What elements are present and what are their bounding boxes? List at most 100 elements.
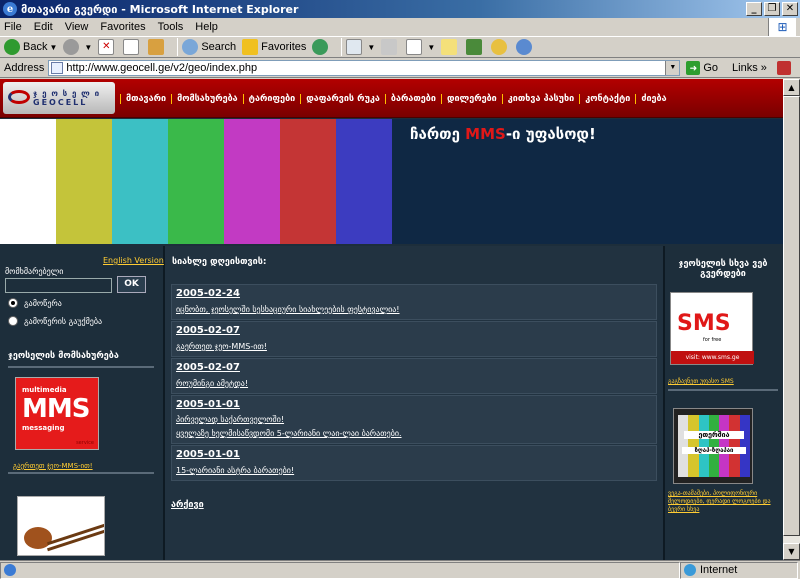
contacts-button[interactable] xyxy=(516,39,535,55)
tv-color-bar xyxy=(678,415,689,477)
news-link[interactable]: გაერთეთ ჯეო-MMS-ით! xyxy=(176,342,267,351)
toolbar: Back ▼ ▼ ✕ Search Favorites ▼ ▼ xyxy=(0,36,800,58)
unsubscribe-radio-label: გამოწერის გაუქმება xyxy=(24,317,103,326)
back-arrow-icon xyxy=(4,39,20,55)
restore-button[interactable]: ❐ xyxy=(764,2,780,16)
menu-help[interactable]: Help xyxy=(195,21,218,33)
news-date[interactable]: 2005-02-07 xyxy=(176,325,240,336)
research-icon xyxy=(466,39,483,55)
minimize-button[interactable]: _ xyxy=(746,2,762,16)
news-link[interactable]: პირველად საქართველოში! xyxy=(176,415,284,424)
go-arrow-icon: ➜ xyxy=(686,61,701,75)
people-icon xyxy=(516,39,533,55)
refresh-icon xyxy=(123,39,140,55)
subscribe-input[interactable] xyxy=(5,278,112,293)
search-button[interactable]: Search xyxy=(182,39,236,55)
chevron-down-icon: ▼ xyxy=(367,42,376,52)
star-icon xyxy=(242,39,259,55)
sms-link[interactable]: გაგზავნეთ უფასო SMS xyxy=(668,378,778,386)
refresh-button[interactable] xyxy=(123,39,142,55)
news-link[interactable]: როუმინგი ამეტდა! xyxy=(176,379,248,388)
vertical-scrollbar[interactable]: ▲ ▼ xyxy=(783,79,800,560)
news-link[interactable]: ყველაზე ხელმისაწვდომი 5-ლარიანი ლაი-ლაი … xyxy=(176,429,402,438)
other-sites-heading: ჯეოსელის სხვა ვებ გვერდები xyxy=(678,259,768,279)
stop-button[interactable]: ✕ xyxy=(98,39,117,55)
mail-button[interactable]: ▼ xyxy=(346,39,375,55)
close-button[interactable]: ✕ xyxy=(782,2,798,16)
news-date[interactable]: 2005-02-24 xyxy=(176,288,240,299)
go-label: Go xyxy=(703,62,719,74)
scroll-thumb[interactable] xyxy=(783,96,800,536)
subscribe-radio[interactable] xyxy=(8,298,18,308)
tv-site-banner[interactable]: ეთერშია ზღაპ-ზღაპაი xyxy=(673,408,753,484)
forward-button[interactable]: ▼ xyxy=(63,39,92,55)
forward-arrow-icon xyxy=(63,39,80,55)
chevron-down-icon[interactable]: ▼ xyxy=(665,61,680,75)
menu-edit[interactable]: Edit xyxy=(34,21,53,33)
tv-color-bar xyxy=(708,415,720,477)
services-heading: ჯეოსელის მომსახურება xyxy=(8,351,119,361)
unsubscribe-radio[interactable] xyxy=(8,316,18,326)
history-button[interactable] xyxy=(312,39,331,55)
news-item: 2005-02-07 როუმინგი ამეტდა! xyxy=(171,358,657,394)
ok-button[interactable]: OK xyxy=(117,276,146,293)
tv-banner-line2: ზღაპ-ზღაპაი xyxy=(682,447,746,454)
status-text xyxy=(0,561,680,579)
news-date[interactable]: 2005-01-01 xyxy=(176,449,240,460)
news-link[interactable]: 15-ლარიანი ასტრა ბარათები! xyxy=(176,466,294,475)
notes-button[interactable] xyxy=(441,39,460,55)
guitar-image[interactable] xyxy=(17,496,105,556)
print-button[interactable] xyxy=(381,39,400,55)
title-bar: e მთავარი გვერდი - Microsoft Internet Ex… xyxy=(0,0,800,18)
history-icon xyxy=(312,39,329,55)
mms-service-banner[interactable]: multimedia MMS messaging service xyxy=(15,377,99,450)
toolbar-separator xyxy=(177,38,179,56)
english-version-link[interactable]: English Version xyxy=(103,256,164,265)
mms-banner-line2: MMS xyxy=(22,394,90,424)
tv-color-bar xyxy=(688,415,699,477)
back-button[interactable]: Back ▼ xyxy=(4,39,57,55)
news-item: 2005-01-01 15-ლარიანი ასტრა ბარათები! xyxy=(171,445,657,481)
menu-view[interactable]: View xyxy=(65,21,89,33)
chevron-down-icon: ▼ xyxy=(84,42,93,52)
messenger-button[interactable] xyxy=(491,39,510,55)
menu-favorites[interactable]: Favorites xyxy=(100,21,145,33)
edit-button[interactable]: ▼ xyxy=(406,39,435,55)
user-label: მომხმარებელი xyxy=(5,267,64,276)
note-icon xyxy=(441,39,458,55)
sms-site-banner[interactable]: SMS for free visit: www.sms.ge xyxy=(670,292,754,365)
globe-icon xyxy=(684,564,696,576)
news-date[interactable]: 2005-02-07 xyxy=(176,362,240,373)
research-button[interactable] xyxy=(466,39,485,55)
guitar-body-icon xyxy=(24,527,52,549)
windows-logo-icon: ⊞ xyxy=(768,18,796,36)
ie-icon: e xyxy=(3,2,17,16)
mms-link[interactable]: გაერთეთ ჯეო-MMS-ით! xyxy=(13,462,93,470)
window-title: მთავარი გვერდი - Microsoft Internet Expl… xyxy=(21,2,299,16)
toolbar-extra-icon[interactable] xyxy=(776,61,791,75)
scroll-up-button[interactable]: ▲ xyxy=(783,79,800,96)
archive-link[interactable]: არქივი xyxy=(171,500,204,510)
status-bar: Internet xyxy=(0,560,800,579)
news-item: 2005-01-01 პირველად საქართველოში! ყველაზ… xyxy=(171,395,657,444)
divider xyxy=(8,366,154,368)
news-link[interactable]: იცნობთ, ჯეოსელში სესხაციური სიახლეების ფ… xyxy=(176,305,400,314)
go-button[interactable]: ➜ Go xyxy=(686,61,718,75)
menu-file[interactable]: File xyxy=(4,21,22,33)
page-icon xyxy=(51,62,64,74)
zone-label: Internet xyxy=(700,564,738,576)
scroll-down-button[interactable]: ▼ xyxy=(783,543,800,560)
chevron-down-icon: ▼ xyxy=(49,42,58,52)
stop-icon: ✕ xyxy=(98,39,115,55)
favorites-button[interactable]: Favorites xyxy=(242,39,306,55)
links-button[interactable]: Links » xyxy=(732,62,767,74)
address-input[interactable]: http://www.geocell.ge/v2/geo/index.php ▼ xyxy=(48,60,681,76)
menu-tools[interactable]: Tools xyxy=(158,21,184,33)
mms-banner-line4: service xyxy=(76,440,94,446)
news-date[interactable]: 2005-01-01 xyxy=(176,399,240,410)
mms-banner-line3: messaging xyxy=(22,424,65,432)
tv-link[interactable]: ვეგა-თამაშები, პოლიფონიური მელოდიები, ფე… xyxy=(668,490,778,514)
tv-color-bar xyxy=(698,415,709,477)
print-icon xyxy=(381,39,398,55)
home-button[interactable] xyxy=(148,39,167,55)
